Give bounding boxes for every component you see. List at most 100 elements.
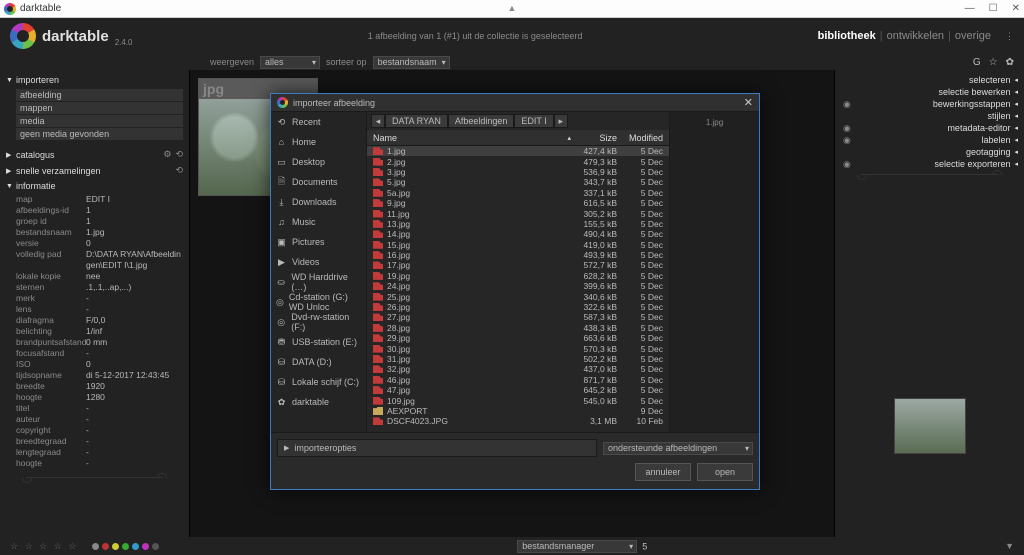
mode-library[interactable]: bibliotheek <box>818 30 876 42</box>
cancel-button[interactable]: annuleer <box>635 463 691 481</box>
group-icon[interactable]: G <box>973 57 981 68</box>
settings-icon[interactable]: ✿ <box>1006 57 1014 68</box>
import-item[interactable]: geen media gevonden <box>16 128 183 140</box>
module-bewerkingsstappen[interactable]: ◉bewerkingsstappen◂ <box>841 98 1018 110</box>
eye-icon[interactable]: ◉ <box>843 135 851 146</box>
collapse-top-icon[interactable]: ▲ <box>508 3 517 13</box>
file-row[interactable]: 27.jpg587,3 kB5 Dec <box>367 312 669 322</box>
color-dot[interactable] <box>92 543 99 550</box>
star-rating[interactable]: ☆ ☆ ☆ ☆ ☆ <box>10 541 78 552</box>
color-labels[interactable] <box>92 543 159 550</box>
file-row[interactable]: 5a.jpg337,1 kB5 Dec <box>367 188 669 198</box>
dialog-titlebar[interactable]: importeer afbeelding ✕ <box>271 94 759 112</box>
file-row[interactable]: 3.jpg536,9 kB5 Dec <box>367 167 669 177</box>
modes-menu-icon[interactable]: ⋮ <box>1005 31 1014 42</box>
place-usb-station-e-[interactable]: ⛃USB-station (E:) <box>271 332 366 352</box>
file-row[interactable]: 13.jpg155,5 kB5 Dec <box>367 219 669 229</box>
place-desktop[interactable]: ▭Desktop <box>271 152 366 172</box>
place-pictures[interactable]: ▣Pictures <box>271 232 366 252</box>
import-item[interactable]: mappen <box>16 102 183 114</box>
section-info[interactable]: ▼informatie <box>6 180 183 192</box>
file-list[interactable]: 1.jpg427,4 kB5 Dec2.jpg479,3 kB5 Dec3.jp… <box>367 146 669 432</box>
breadcrumb-segment[interactable]: Afbeeldingen <box>448 114 515 128</box>
file-row[interactable]: 28.jpg438,3 kB5 Dec <box>367 323 669 333</box>
eye-icon[interactable]: ◉ <box>843 159 851 170</box>
file-row[interactable]: 19.jpg628,2 kB5 Dec <box>367 271 669 281</box>
eye-icon[interactable]: ◉ <box>843 99 851 110</box>
breadcrumb-segment[interactable]: DATA RYAN <box>385 114 448 128</box>
nav-fwd-icon[interactable]: ▸ <box>554 114 568 128</box>
file-row[interactable]: 31.jpg502,2 kB5 Dec <box>367 354 669 364</box>
color-dot[interactable] <box>122 543 129 550</box>
module-labelen[interactable]: ◉labelen◂ <box>841 134 1018 146</box>
color-dot[interactable] <box>142 543 149 550</box>
import-item[interactable]: afbeelding <box>16 89 183 101</box>
color-dot[interactable] <box>112 543 119 550</box>
module-metadata-editor[interactable]: ◉metadata-editor◂ <box>841 122 1018 134</box>
minimize-button[interactable]: — <box>965 3 975 14</box>
place-recent[interactable]: ⟲Recent <box>271 112 366 132</box>
place-dvd-rw-station-f-[interactable]: ◎Dvd-rw-station (F:) <box>271 312 366 332</box>
collapse-bottom-icon[interactable]: ▼ <box>1005 541 1014 551</box>
dialog-close-icon[interactable]: ✕ <box>744 96 753 109</box>
file-row[interactable]: 9.jpg616,5 kB5 Dec <box>367 198 669 208</box>
file-row[interactable]: 109.jpg545,0 kB5 Dec <box>367 395 669 405</box>
place-music[interactable]: ♫Music <box>271 212 366 232</box>
file-row[interactable]: AEXPORT9 Dec <box>367 406 669 416</box>
color-dot[interactable] <box>152 543 159 550</box>
open-button[interactable]: open <box>697 463 753 481</box>
file-row[interactable]: 16.jpg493,9 kB5 Dec <box>367 250 669 260</box>
color-dot[interactable] <box>132 543 139 550</box>
file-row[interactable]: 30.jpg570,3 kB5 Dec <box>367 343 669 353</box>
place-home[interactable]: ⌂Home <box>271 132 366 152</box>
close-button[interactable]: ✕ <box>1012 3 1020 14</box>
file-row[interactable]: 5.jpg343,7 kB5 Dec <box>367 177 669 187</box>
breadcrumb-segment[interactable]: EDIT I <box>514 114 553 128</box>
file-row[interactable]: 29.jpg663,6 kB5 Dec <box>367 333 669 343</box>
file-row[interactable]: 15.jpg419,0 kB5 Dec <box>367 240 669 250</box>
file-row[interactable]: 26.jpg322,6 kB5 Dec <box>367 302 669 312</box>
section-catalog[interactable]: ▶catalogus ⚙ ⟲ <box>6 148 183 161</box>
color-dot[interactable] <box>102 543 109 550</box>
place-documents[interactable]: 🗎Documents <box>271 172 366 192</box>
place-downloads[interactable]: ⤓Downloads <box>271 192 366 212</box>
file-filter-select[interactable]: ondersteunde afbeeldingen <box>603 442 753 455</box>
mode-develop[interactable]: ontwikkelen <box>887 30 944 42</box>
layout-select[interactable]: bestandsmanager <box>517 540 637 553</box>
place-lokale-schijf-c-[interactable]: ⛁Lokale schijf (C:) <box>271 372 366 392</box>
place-darktable[interactable]: ✿darktable <box>271 392 366 412</box>
file-row[interactable]: 17.jpg572,7 kB5 Dec <box>367 260 669 270</box>
module-selecteren[interactable]: selecteren◂ <box>841 74 1018 86</box>
place-data-d-[interactable]: ⛁DATA (D:) <box>271 352 366 372</box>
module-geotagging[interactable]: geotagging◂ <box>841 146 1018 158</box>
file-row[interactable]: 25.jpg340,6 kB5 Dec <box>367 291 669 301</box>
place-videos[interactable]: ▶Videos <box>271 252 366 272</box>
gear-icon[interactable]: ⚙ <box>163 149 171 160</box>
view-select[interactable]: alles <box>260 56 320 69</box>
mode-other[interactable]: overige <box>955 30 991 42</box>
eye-icon[interactable]: ◉ <box>843 123 851 134</box>
sort-select[interactable]: bestandsnaam <box>373 56 450 69</box>
file-row[interactable]: 24.jpg399,6 kB5 Dec <box>367 281 669 291</box>
file-row[interactable]: 32.jpg437,0 kB5 Dec <box>367 364 669 374</box>
nav-back-icon[interactable]: ◂ <box>371 114 385 128</box>
file-row[interactable]: 14.jpg490,4 kB5 Dec <box>367 229 669 239</box>
reset-icon[interactable]: ⟲ <box>175 165 183 176</box>
section-import[interactable]: ▼importeren <box>6 74 183 86</box>
file-row[interactable]: 47.jpg645,2 kB5 Dec <box>367 385 669 395</box>
module-selectie-exporteren[interactable]: ◉selectie exporteren◂ <box>841 158 1018 170</box>
reset-icon[interactable]: ⟲ <box>175 149 183 160</box>
maximize-button[interactable]: ☐ <box>989 3 998 14</box>
file-list-header[interactable]: Name▴ Size Modified <box>367 130 669 146</box>
import-item[interactable]: media <box>16 115 183 127</box>
file-row[interactable]: 1.jpg427,4 kB5 Dec <box>367 146 669 156</box>
place-wd-harddrive-[interactable]: ⛀WD Harddrive (…) <box>271 272 366 292</box>
module-stijlen[interactable]: stijlen◂ <box>841 110 1018 122</box>
file-row[interactable]: 2.jpg479,3 kB5 Dec <box>367 156 669 166</box>
file-row[interactable]: 11.jpg305,2 kB5 Dec <box>367 208 669 218</box>
module-selectie-bewerken[interactable]: selectie bewerken◂ <box>841 86 1018 98</box>
place-cd-station-g-wd-unloc[interactable]: ◎Cd-station (G:) WD Unloc <box>271 292 366 312</box>
star-icon[interactable]: ☆ <box>989 57 998 68</box>
section-collections[interactable]: ▶snelle verzamelingen ⟲ <box>6 164 183 177</box>
import-options-expander[interactable]: ▶importeeropties <box>277 439 597 457</box>
